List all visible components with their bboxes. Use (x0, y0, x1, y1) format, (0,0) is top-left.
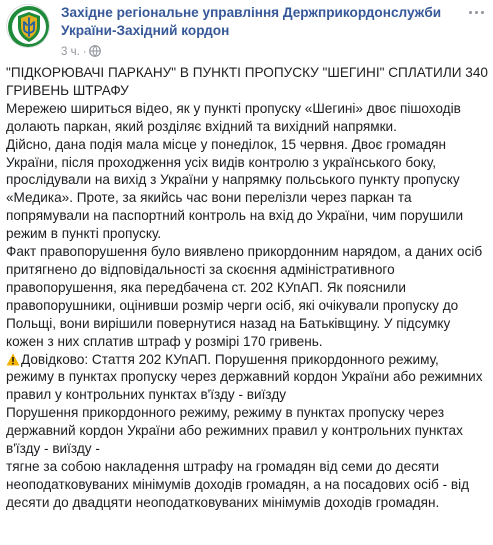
post-paragraph: Порушення прикордонного режиму, режиму в… (6, 405, 463, 457)
page-avatar[interactable] (6, 4, 50, 48)
post-reference: Довідково: Стаття 202 КУпАП. Порушення п… (6, 351, 488, 405)
post-paragraph: Факт правопорушення було виявлено прикор… (6, 244, 483, 349)
meta-separator: · (82, 46, 87, 58)
post-body: "ПІДКОРЮВАЧІ ПАРКАНУ" В ПУНКТІ ПРОПУСКУ … (6, 64, 488, 512)
page-name-link[interactable]: Західне регіональне управління Держприко… (61, 4, 456, 40)
post-meta: 3 ч. · (61, 45, 101, 59)
more-options-icon[interactable] (469, 6, 485, 20)
warning-icon (6, 353, 20, 366)
post-header: Західне регіональне управління Держприко… (6, 4, 487, 62)
post-time[interactable]: 3 ч. (61, 46, 80, 58)
post-paragraph: тягне за собою накладення штрафу на гром… (6, 458, 470, 510)
facebook-post: Західне регіональне управління Держприко… (0, 0, 493, 545)
post-headline: "ПІДКОРЮВАЧІ ПАРКАНУ" В ПУНКТІ ПРОПУСКУ … (6, 65, 488, 98)
post-paragraph: Мережею шириться відео, як у пункті проп… (6, 100, 461, 134)
post-paragraph: Дійсно, дана подія мала місце у понеділо… (6, 136, 464, 242)
border-guard-emblem-icon (8, 6, 49, 47)
globe-icon[interactable] (88, 45, 101, 61)
reference-text: Довідково: Стаття 202 КУпАП. Порушення п… (6, 351, 483, 403)
